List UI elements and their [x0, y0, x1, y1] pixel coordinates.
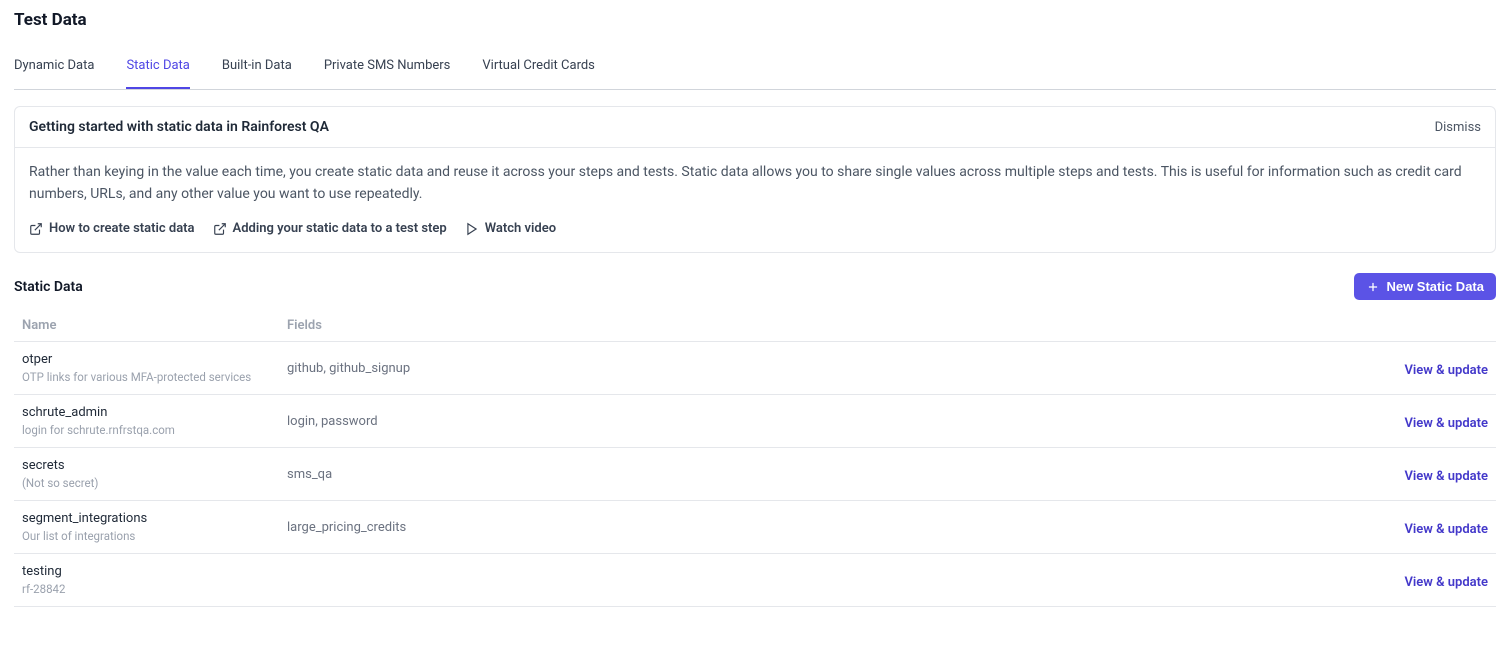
table-row: otper OTP links for various MFA-protected…	[14, 342, 1496, 395]
row-fields: github, github_signup	[287, 361, 1338, 376]
table-row: segment_integrations Our list of integrat…	[14, 501, 1496, 554]
tab-virtual-credit-cards[interactable]: Virtual Credit Cards	[482, 48, 595, 89]
link-adding-static-data-to-step[interactable]: Adding your static data to a test step	[213, 221, 447, 236]
tabs-bar: Dynamic Data Static Data Built-in Data P…	[14, 48, 1496, 90]
link-watch-video[interactable]: Watch video	[465, 221, 556, 236]
row-name: segment_integrations	[22, 511, 287, 526]
view-and-update-link[interactable]: View & update	[1404, 416, 1488, 431]
view-and-update-link[interactable]: View & update	[1404, 522, 1488, 537]
row-name: secrets	[22, 458, 287, 473]
link-adding-label: Adding your static data to a test step	[233, 221, 447, 236]
column-header-fields[interactable]: Fields	[287, 318, 1338, 333]
plus-icon	[1366, 280, 1380, 294]
play-icon	[465, 222, 479, 236]
tab-private-sms-numbers[interactable]: Private SMS Numbers	[324, 48, 451, 89]
tab-built-in-data[interactable]: Built-in Data	[222, 48, 292, 89]
row-description: Our list of integrations	[22, 529, 287, 543]
view-and-update-link[interactable]: View & update	[1404, 469, 1488, 484]
tab-static-data[interactable]: Static Data	[126, 48, 189, 89]
page-title: Test Data	[14, 10, 1496, 30]
new-static-data-button[interactable]: New Static Data	[1354, 273, 1496, 300]
table-body: otper OTP links for various MFA-protected…	[14, 342, 1496, 607]
row-fields: large_pricing_credits	[287, 520, 1338, 535]
section-title-static-data: Static Data	[14, 279, 83, 295]
row-description: login for schrute.rnfrstqa.com	[22, 423, 287, 437]
row-name: schrute_admin	[22, 405, 287, 420]
getting-started-description: Rather than keying in the value each tim…	[29, 162, 1481, 205]
link-video-label: Watch video	[485, 221, 556, 236]
view-and-update-link[interactable]: View & update	[1404, 575, 1488, 590]
row-description: OTP links for various MFA-protected serv…	[22, 370, 287, 384]
table-header: Name Fields	[14, 310, 1496, 342]
table-row: secrets (Not so secret)sms_qa View & updat…	[14, 448, 1496, 501]
external-link-icon	[29, 222, 43, 236]
getting-started-title: Getting started with static data in Rain…	[29, 119, 329, 135]
row-description: rf-28842	[22, 582, 287, 596]
link-how-to-create-static-data[interactable]: How to create static data	[29, 221, 195, 236]
table-row: testing rf-28842 View & update	[14, 554, 1496, 607]
tab-dynamic-data[interactable]: Dynamic Data	[14, 48, 94, 89]
row-name: testing	[22, 564, 287, 579]
column-header-name[interactable]: Name	[22, 318, 287, 333]
row-fields: sms_qa	[287, 467, 1338, 482]
link-how-to-label: How to create static data	[49, 221, 195, 236]
table-row: schrute_adminlogin for schrute.rnfrstqa.…	[14, 395, 1496, 448]
new-static-data-label: New Static Data	[1386, 279, 1484, 294]
row-name: otper	[22, 352, 287, 367]
view-and-update-link[interactable]: View & update	[1404, 363, 1488, 378]
row-description: (Not so secret)	[22, 476, 287, 490]
row-fields: login, password	[287, 414, 1338, 429]
external-link-icon	[213, 222, 227, 236]
getting-started-card: Getting started with static data in Rain…	[14, 106, 1496, 253]
dismiss-button[interactable]: Dismiss	[1435, 120, 1481, 135]
